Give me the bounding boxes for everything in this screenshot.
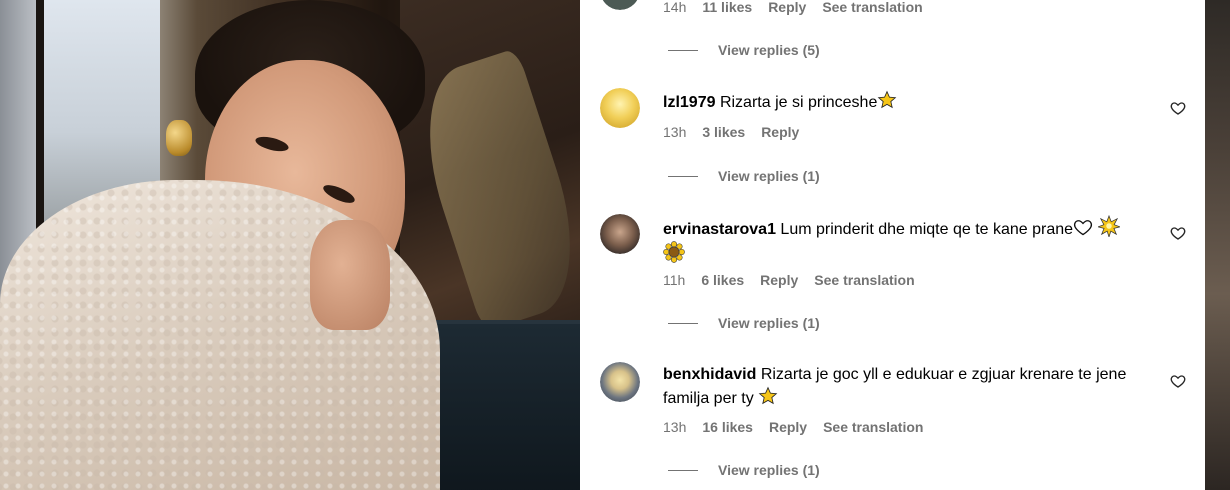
- comment-meta: 13h 3 likes Reply: [663, 124, 815, 140]
- comment-username[interactable]: lzl1979: [663, 94, 715, 111]
- heart-outline-emoji-icon: [1073, 220, 1093, 236]
- view-replies-label: View replies (1): [718, 315, 820, 331]
- view-replies-button[interactable]: View replies (1): [668, 462, 820, 478]
- comment-body: ervinastarova1 Lum prinderit dhe miqte q…: [663, 215, 1163, 267]
- star-emoji-icon: [758, 386, 778, 405]
- replies-line: [668, 322, 698, 324]
- see-translation-button[interactable]: See translation: [822, 0, 922, 15]
- reply-button[interactable]: Reply: [768, 0, 806, 15]
- see-translation-button[interactable]: See translation: [814, 272, 914, 288]
- comment-text: Lum prinderit dhe miqte qe te kane prane: [780, 221, 1074, 238]
- comment-username[interactable]: benxhidavid: [663, 366, 756, 383]
- comment-time[interactable]: 11h: [663, 272, 685, 288]
- comments-panel[interactable]: 14h 11 likes Reply See translation View …: [580, 0, 1205, 490]
- view-replies-label: View replies (1): [718, 168, 820, 184]
- sunflower-emoji-icon: [663, 241, 685, 263]
- replies-line: [668, 469, 698, 471]
- like-heart-icon[interactable]: [1170, 373, 1186, 389]
- comment-meta: 14h 11 likes Reply See translation: [663, 0, 939, 15]
- post-photo: [0, 0, 580, 490]
- view-replies-button[interactable]: View replies (1): [668, 168, 820, 184]
- like-heart-icon[interactable]: [1170, 100, 1186, 116]
- reply-button[interactable]: Reply: [761, 124, 799, 140]
- background-page-edge: [1205, 0, 1230, 490]
- comment-time[interactable]: 13h: [663, 419, 686, 435]
- comment-likes[interactable]: 6 likes: [701, 272, 744, 288]
- comment-text: Rizarta je si princeshe: [719, 94, 878, 111]
- comment-body: lzl1979 Rizarta je si princeshe: [663, 90, 1163, 114]
- comment-time[interactable]: 13h: [663, 124, 686, 140]
- comment-likes[interactable]: 16 likes: [702, 419, 753, 435]
- comment-time[interactable]: 14h: [663, 0, 686, 15]
- comment-username[interactable]: ervinastarova1: [663, 221, 776, 238]
- sparkle-star-emoji-icon: [1097, 215, 1120, 237]
- see-translation-button[interactable]: See translation: [823, 419, 923, 435]
- reply-button[interactable]: Reply: [769, 419, 807, 435]
- view-replies-button[interactable]: View replies (1): [668, 315, 820, 331]
- avatar[interactable]: [600, 362, 640, 402]
- view-replies-button[interactable]: View replies (5): [668, 42, 820, 58]
- reply-button[interactable]: Reply: [760, 272, 798, 288]
- avatar[interactable]: [600, 214, 640, 254]
- view-replies-label: View replies (1): [718, 462, 820, 478]
- comment-meta: 11h 6 likes Reply See translation: [663, 272, 931, 288]
- comment-likes[interactable]: 3 likes: [702, 124, 745, 140]
- hand: [310, 220, 390, 330]
- comment-likes[interactable]: 11 likes: [702, 0, 752, 15]
- gold-earring: [166, 120, 192, 156]
- replies-line: [668, 175, 698, 177]
- replies-line: [668, 49, 698, 51]
- view-replies-label: View replies (5): [718, 42, 820, 58]
- avatar[interactable]: [600, 88, 640, 128]
- star-emoji-icon: [877, 90, 897, 109]
- comment-body: benxhidavid Rizarta je goc yll e edukuar…: [663, 363, 1163, 410]
- avatar[interactable]: [600, 0, 640, 10]
- like-heart-icon[interactable]: [1170, 225, 1186, 241]
- comment-meta: 13h 16 likes Reply See translation: [663, 419, 939, 435]
